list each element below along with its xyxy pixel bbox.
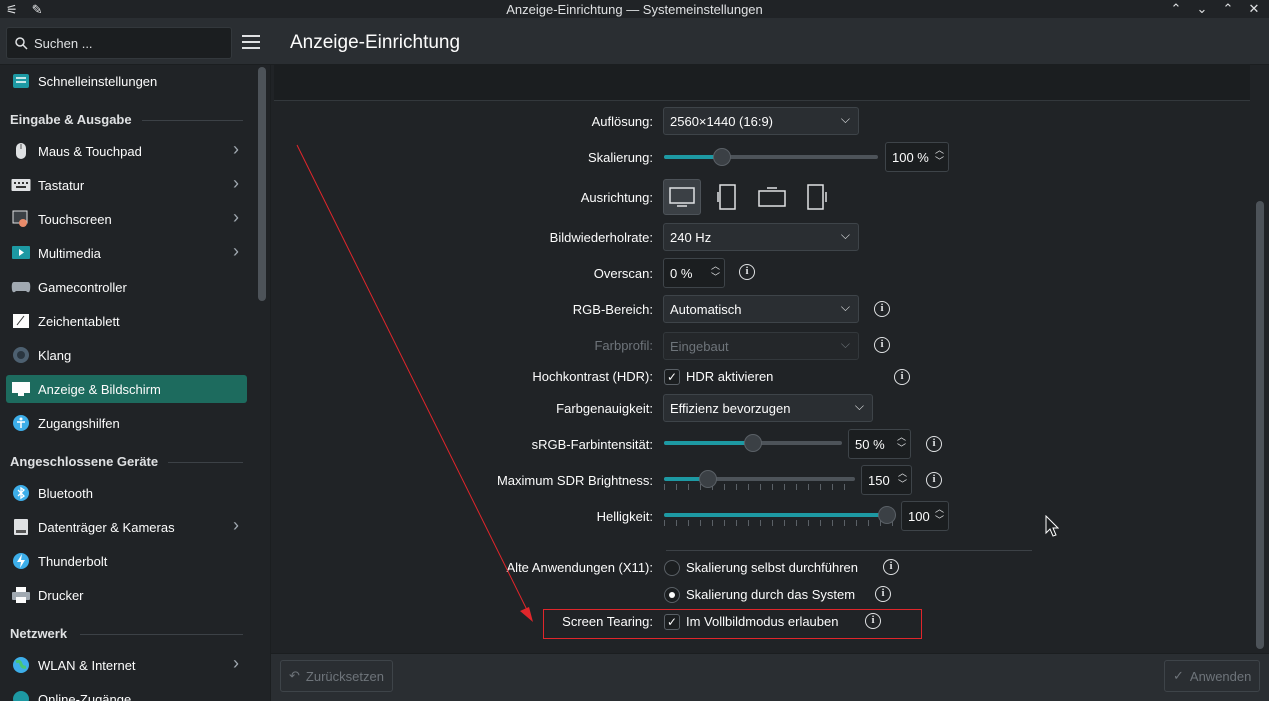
annotation-arrow [296, 144, 533, 622]
apply-label: Anwenden [1189, 668, 1252, 684]
mouse-cursor-icon [1045, 515, 1059, 537]
reset-button[interactable]: ↶ Zurücksetzen [280, 660, 393, 692]
footer-bar [271, 653, 1269, 701]
undo-icon: ↶ [289, 668, 300, 683]
checkmark-icon: ✓ [1173, 668, 1184, 683]
apply-button[interactable]: ✓ Anwenden [1164, 660, 1261, 692]
app-window: ⚟ ✎ Anzeige-Einrichtung — Systemeinstell… [0, 0, 1269, 701]
reset-label: Zurücksetzen [305, 668, 384, 684]
